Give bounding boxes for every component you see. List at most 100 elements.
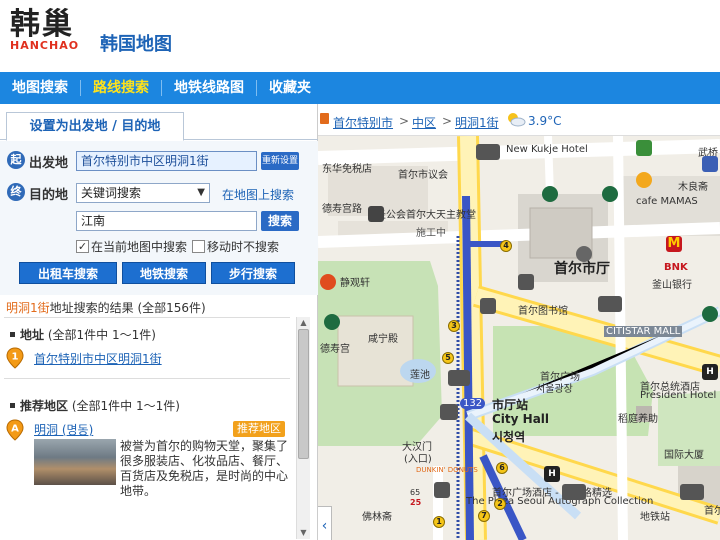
option-no-search-on-move[interactable]: 移动时不搜索 [192, 238, 279, 255]
scroll-thumb[interactable] [298, 329, 309, 459]
recommend-section-title: 推荐地区 [20, 399, 69, 413]
burger-king-icon[interactable] [636, 172, 652, 188]
map-label-dongwha[interactable]: 东华免税店 [322, 160, 372, 175]
map-area: 首尔特别市 > 中区 > 明洞1街 3.9°C New Kukje Hotel … [318, 104, 720, 540]
map-label-president-hotel-en[interactable]: President Hotel [640, 390, 716, 401]
recommend-section-header: 推荐地区 (全部1件中 1～1件) [0, 397, 296, 414]
dest-search-type-value: 关键词搜索 [81, 186, 142, 200]
subway-gate-icon[interactable] [440, 404, 458, 420]
myeongdong-photo[interactable] [34, 439, 116, 485]
checkbox-unchecked-icon[interactable] [192, 240, 205, 253]
starbucks-icon[interactable] [542, 186, 558, 202]
hotel-icon[interactable]: H [702, 364, 718, 380]
walk-search-button[interactable]: 步行搜索 [211, 262, 295, 284]
dest-search-button[interactable]: 搜索 [261, 211, 299, 231]
map-label-jingguanxuan[interactable]: 静观轩 [340, 274, 370, 289]
mcdonalds-icon[interactable]: M [666, 236, 682, 252]
start-input[interactable]: 首尔特别市中区明洞1街 [76, 151, 257, 171]
map-label-seoul-council[interactable]: 首尔市议会 [398, 166, 448, 181]
exit-3-badge[interactable]: 3 [448, 320, 460, 332]
stairs-icon[interactable] [434, 482, 450, 498]
breadcrumb-city[interactable]: 首尔特别市 [333, 114, 393, 131]
map-label-station-ko[interactable]: 시청역 [492, 428, 525, 445]
bus-stop-icon[interactable] [448, 370, 470, 386]
map-label-deoksu-road[interactable]: 德寿宫路 [322, 200, 362, 215]
map-label-cathedral[interactable]: 圣公会首尔大天主教堂 [376, 206, 476, 221]
map-label-kimu[interactable]: 木良斋 [678, 178, 708, 193]
map-canvas[interactable]: New Kukje Hotel 首尔市议会 东华免税店 德寿宫路 圣公会首尔大天… [318, 136, 720, 540]
reset-button[interactable]: 重新设置 [261, 152, 299, 170]
map-label-deoksugung[interactable]: 德寿宫 [320, 340, 350, 355]
bus-stop-icon[interactable] [680, 484, 704, 500]
exit-4-badge[interactable]: 4 [500, 240, 512, 252]
bus-stop-icon[interactable] [562, 484, 586, 500]
search-results: 明洞1街地址搜索的结果 (全部156件) 地址 (全部1件中 1～1件) 1 首… [0, 295, 318, 540]
map-label-cafe-mamas[interactable]: cafe MAMAS [636, 196, 698, 207]
nav-item-route-search[interactable]: 路线搜索 [81, 80, 162, 96]
map-label-plaza-ko[interactable]: 서울광장 [536, 380, 573, 395]
starbucks-icon[interactable] [702, 306, 718, 322]
result-marker-1-icon[interactable]: 1 [6, 347, 24, 369]
restaurant-icon[interactable] [320, 274, 336, 290]
marker-a-text: A [11, 424, 19, 435]
map-label-library[interactable]: 首尔图书馆 [518, 302, 568, 317]
library-icon[interactable] [518, 274, 534, 290]
exit-1-badge[interactable]: 1 [433, 516, 445, 528]
site-title[interactable]: 韩国地图 [100, 30, 172, 56]
hotel-icon[interactable]: H [544, 466, 560, 482]
nav-item-map-search[interactable]: 地图搜索 [0, 80, 81, 96]
tab-set-start-dest[interactable]: 设置为出发地 / 目的地 [6, 112, 184, 141]
convenience-store-icon[interactable] [636, 140, 652, 156]
result-marker-a-icon[interactable]: A [6, 419, 24, 441]
map-label-international-building[interactable]: 国际大厦 [664, 446, 704, 461]
start-label: 出发地 [29, 156, 69, 171]
nav-item-subway-map[interactable]: 地铁线路图 [162, 80, 257, 96]
map-label-station-en[interactable]: City Hall [492, 412, 549, 426]
main-nav: 地图搜索 路线搜索 地铁线路图 收藏夹 [0, 72, 720, 104]
search-on-map-link[interactable]: 在地图上搜索 [222, 186, 294, 203]
collapse-panel-button[interactable]: ‹ [318, 506, 332, 540]
results-summary-text: 地址搜索的结果 (全部156件) [49, 301, 206, 315]
scroll-up-icon[interactable]: ▲ [299, 318, 308, 328]
map-label-exit[interactable]: 首尔威 [704, 502, 720, 517]
church-icon[interactable] [368, 206, 384, 222]
taxi-search-button[interactable]: 出租车搜索 [19, 262, 117, 284]
site-logo[interactable]: 韩巢 HANCHAO [10, 8, 82, 52]
option-current-map-label: 在当前地图中搜索 [91, 240, 188, 254]
scroll-down-icon[interactable]: ▼ [299, 528, 308, 538]
dest-keyword-input[interactable]: 江南 [76, 211, 257, 231]
address-section-count: (全部1件中 1～1件) [47, 328, 156, 342]
exit-2-badge[interactable]: 2 [494, 498, 506, 510]
option-current-map[interactable]: ✓ 在当前地图中搜索 [76, 238, 187, 255]
subway-exit-icon[interactable] [702, 156, 718, 172]
stairs-icon[interactable] [480, 298, 496, 314]
breadcrumb-neighborhood[interactable]: 明洞1街 [455, 114, 499, 131]
exit-5-badge[interactable]: 5 [442, 352, 454, 364]
map-label-citistar[interactable]: CITISTAR MALL [604, 326, 683, 337]
results-scrollbar[interactable]: ▲ ▼ [296, 317, 310, 539]
subway-search-button[interactable]: 地铁搜索 [122, 262, 206, 284]
map-label-seongmyeong[interactable]: 佛林斋 [362, 508, 392, 523]
exit-6-badge[interactable]: 6 [496, 462, 508, 474]
start-badge: 起 [7, 151, 25, 169]
map-label-dunkin[interactable]: DUNKIN' DONUTS [416, 466, 478, 474]
exit-7-badge[interactable]: 7 [478, 510, 490, 522]
nav-item-favorites[interactable]: 收藏夹 [257, 80, 323, 96]
subway-gate-icon[interactable] [598, 296, 622, 312]
tab-bar: 设置为出发地 / 目的地 [0, 104, 318, 141]
breadcrumb-district[interactable]: 中区 [412, 114, 436, 131]
checkbox-checked-icon[interactable]: ✓ [76, 240, 89, 253]
map-label-bnk[interactable]: 釜山银行 [652, 276, 692, 291]
map-label-ginza[interactable]: 稻庭养助 [618, 410, 658, 425]
map-label-station-cn[interactable]: 市厅站 [492, 396, 528, 413]
map-label-subway-station[interactable]: 地铁站 [640, 508, 670, 523]
header: 韩巢 HANCHAO 韩国地图 [0, 0, 720, 72]
map-label-new-kukje[interactable]: New Kukje Hotel [506, 144, 588, 155]
bus-stop-icon[interactable] [476, 144, 500, 160]
starbucks-icon[interactable] [602, 186, 618, 202]
map-label-hamnyeong[interactable]: 咸宁殿 [368, 330, 398, 345]
dest-search-type-select[interactable]: 关键词搜索 ▼ [76, 183, 210, 203]
starbucks-icon[interactable] [324, 314, 340, 330]
address-result-link[interactable]: 首尔特别市中区明洞1街 [34, 350, 162, 367]
recommend-result-link[interactable]: 明洞 (명동) [34, 421, 93, 438]
